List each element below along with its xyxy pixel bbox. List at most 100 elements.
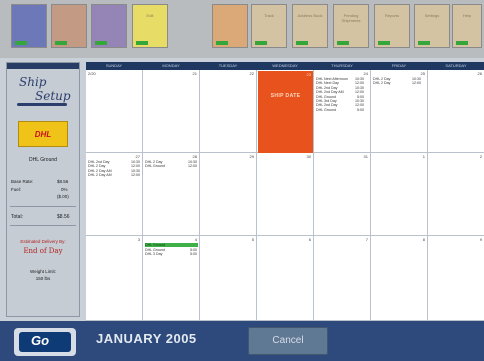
day-cell[interactable]: 2 [428, 153, 484, 236]
day-number: 1 [422, 154, 425, 159]
toolbar-tile-address-book[interactable]: Address Book [292, 4, 328, 48]
day-cell[interactable]: 7 [314, 236, 371, 321]
toolbar-tile-5[interactable] [212, 4, 248, 48]
tile-label: Pending Shipments [341, 13, 361, 23]
weight-limit-value: 150 lbs [35, 276, 51, 281]
service-name: DHL 2 Day [373, 81, 391, 86]
day-cell[interactable]: 25 DHL 2 Day 10:30 DHL 2 Day 12:00 [371, 70, 428, 153]
day-number: 6 [308, 237, 311, 242]
toolbar-tile-help[interactable]: Help [452, 4, 482, 48]
day-cell[interactable]: 2/20 [86, 70, 143, 153]
logo-text-2: Setup [35, 89, 71, 103]
day-cell[interactable]: 27 DHL 2nd Day 10:30 DHL 2 Day 12:00 DHL 2… [86, 153, 143, 236]
logo-swoosh [17, 103, 67, 106]
toolbar-tile-pending[interactable]: Pending Shipments [333, 4, 369, 48]
day-number: 22 [249, 71, 254, 76]
status-indicator [337, 41, 349, 45]
day-cell[interactable]: 6 [257, 236, 314, 321]
weight-limit-label: Weight Limit: [30, 269, 56, 274]
cancel-button[interactable]: Cancel [248, 327, 328, 355]
est-delivery-label: Estimated Delivery By: [20, 239, 66, 244]
day-number: 5 [251, 237, 254, 242]
day-cell[interactable]: 26 [428, 70, 484, 153]
toolbar-tile-reports[interactable]: Reports [374, 4, 410, 48]
service-name: DHL 2 Day AM [88, 173, 112, 178]
tile-label: Settings [424, 13, 440, 18]
day-cell[interactable]: 4 DHL Ground DHL Ground 5:00 DHL 3 Day 5:0… [143, 236, 200, 321]
day-cell[interactable]: 9 [428, 236, 484, 321]
status-indicator [378, 41, 390, 45]
logo-text-1: Ship [19, 75, 47, 89]
weekday-thursday: THURSDAY [331, 63, 353, 68]
status-indicator [55, 41, 67, 45]
home-logo-icon: Go [19, 332, 71, 352]
service-name: DHL 2 Day [145, 160, 163, 164]
day-number: 9 [479, 237, 482, 242]
ship-date-label: SHIP DATE [270, 93, 301, 99]
toolbar-tile-edit[interactable]: Edit [132, 4, 168, 48]
service-option[interactable]: DHL 3 Day 5:00 [145, 252, 199, 256]
service-name: DHL 3rd Day [316, 99, 337, 103]
service-name: DHL 2 Day [88, 164, 106, 169]
status-indicator [296, 41, 308, 45]
service-option[interactable]: DHL Ground 5:00 [316, 108, 374, 112]
total-value: $8.56 [57, 214, 70, 220]
service-name: DHL Next Day [316, 81, 339, 86]
ship-calendar: SUNDAY MONDAY TUESDAY WEDNESDAY THURSDAY… [86, 62, 484, 321]
day-number: 24 [363, 71, 368, 76]
status-indicator [216, 41, 228, 45]
day-number: 21 [192, 71, 197, 76]
weekday-saturday: SATURDAY [445, 63, 467, 68]
home-button[interactable]: Go [14, 328, 76, 356]
service-name: DHL Ground [316, 107, 337, 112]
day-cell[interactable]: 21 [143, 70, 200, 153]
service-name: DHL Ground [145, 243, 166, 247]
day-cell[interactable]: 29 [200, 153, 257, 236]
day-number: 25 [420, 71, 425, 76]
toolbar-tile-2[interactable] [51, 4, 87, 48]
day-cell[interactable]: 28 DHL 2 Day 10:30 DHL Ground 12:00 [143, 153, 200, 236]
day-cell[interactable]: 30 [257, 153, 314, 236]
day-cell[interactable]: 1 [371, 153, 428, 236]
status-indicator [255, 41, 267, 45]
day-cell[interactable]: 31 [314, 153, 371, 236]
service-time: 12:00 [131, 173, 140, 178]
total-label: Total: [11, 214, 23, 220]
day-number: 8 [422, 237, 425, 242]
service-option-selected[interactable]: DHL Ground [145, 243, 198, 248]
toolbar-tile-settings[interactable]: Settings [414, 4, 450, 48]
service-name: DHL Ground [145, 164, 166, 169]
base-rate-value: $8.56 [57, 179, 69, 184]
toolbar-tile-track[interactable]: Track [251, 4, 287, 48]
service-option[interactable]: DHL 2 Day AM 12:00 [88, 173, 142, 177]
day-cell[interactable]: 5 [200, 236, 257, 321]
toolbar-tile-1[interactable] [11, 4, 47, 48]
day-number: 3 [137, 237, 140, 242]
day-number: 23 [306, 72, 311, 77]
day-cell[interactable]: 3 [86, 236, 143, 321]
tile-label: Track [264, 13, 274, 18]
service-option[interactable]: DHL Ground 12:00 [145, 164, 199, 168]
carrier-name: DHL Ground [29, 157, 57, 163]
tile-label: Address Book [297, 13, 323, 18]
service-name: DHL 2nd Day AM [316, 90, 344, 95]
status-indicator [456, 41, 468, 45]
fuel-value: ($.00) [57, 194, 69, 199]
day-cell[interactable]: 22 [200, 70, 257, 153]
day-number: 31 [363, 154, 368, 159]
carrier-logo-text: DHL [34, 130, 52, 139]
rate-summary-panel: Ship Setup DHL DHL Ground Base Rate: $8.… [6, 62, 80, 317]
service-name: DHL 2nd Day [316, 103, 338, 108]
toolbar-tile-3[interactable] [91, 4, 127, 48]
service-time: 5:00 [190, 252, 197, 257]
day-cell[interactable]: 24 DHL Next Afternoon 10:30 DHL Next Day 1… [314, 70, 371, 153]
month-title: JANUARY 2005 [96, 331, 197, 346]
panel-header [7, 63, 79, 69]
service-option[interactable]: DHL 2 Day 12:00 [373, 81, 431, 85]
status-indicator [95, 41, 107, 45]
weekday-monday: MONDAY [162, 63, 180, 68]
service-name: DHL 2 Day AM [88, 168, 112, 173]
day-cell[interactable]: 8 [371, 236, 428, 321]
ship-date-cell[interactable]: 23 SHIP DATE [258, 71, 314, 154]
day-number: 2/20 [88, 71, 96, 76]
